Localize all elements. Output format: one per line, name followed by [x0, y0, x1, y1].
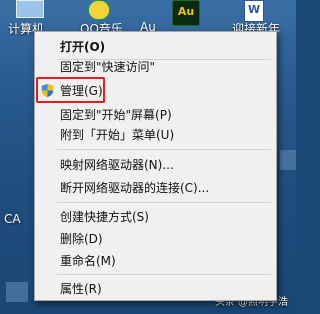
menu-item-manage[interactable]: 管理(G) [60, 83, 103, 99]
audition-icon: Au [172, 0, 200, 26]
uac-shield-icon [41, 83, 54, 98]
menu-separator [57, 274, 271, 275]
menu-separator [57, 202, 271, 203]
menu-item-properties[interactable]: 属性(R) [60, 281, 102, 297]
word-icon-letter: W [248, 3, 261, 16]
menu-item-rename[interactable]: 重命名(M) [60, 253, 116, 269]
menu-item-delete[interactable]: 删除(D) [60, 231, 103, 247]
word-document-icon: W [244, 0, 264, 22]
menu-item-pin-quick-access[interactable]: 固定到"快速访问" [60, 59, 155, 75]
computer-icon [16, 0, 44, 18]
menu-separator [57, 149, 271, 150]
menu-item-disconnect-network-drive[interactable]: 断开网络驱动器的连接(C)... [60, 180, 209, 196]
desktop-icon[interactable] [6, 282, 28, 302]
menu-item-map-network-drive[interactable]: 映射网络驱动器(N)... [60, 157, 174, 173]
menu-item-pin-start-screen[interactable]: 固定到"开始"屏幕(P) [60, 107, 172, 123]
qq-music-icon [88, 0, 110, 20]
context-menu: 打开(O) 固定到"快速访问" 管理(G) 固定到"开始"屏幕(P) 附到「开始… [34, 31, 277, 301]
menu-item-create-shortcut[interactable]: 创建快捷方式(S) [60, 209, 149, 225]
desktop-icon-label: CA [4, 212, 21, 226]
desktop-icon[interactable] [280, 150, 296, 170]
menu-item-open[interactable]: 打开(O) [60, 39, 105, 55]
menu-item-pin-start-menu[interactable]: 附到「开始」菜单(U) [60, 127, 174, 143]
